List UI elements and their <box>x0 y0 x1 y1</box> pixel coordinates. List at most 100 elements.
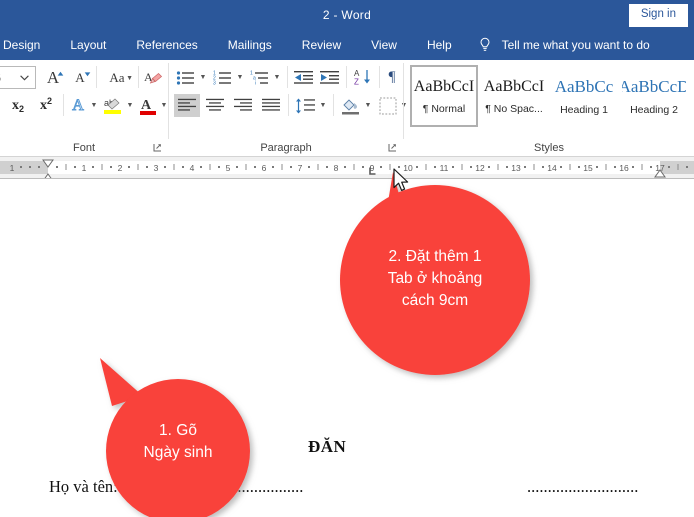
clear-formatting-icon: A <box>144 70 163 84</box>
tab-layout[interactable]: Layout <box>70 38 106 52</box>
ruler-tick <box>569 164 571 170</box>
ruler-tick <box>56 166 58 168</box>
ruler-label-14: 14 <box>547 163 557 173</box>
ribbon-tab-strip: Design Layout References Mailings Review… <box>0 30 694 60</box>
numbering-dropdown[interactable]: ▼ <box>234 66 246 89</box>
ruler-tick <box>110 166 112 168</box>
chevron-down-icon: ▼ <box>273 74 281 81</box>
show-formatting-marks-button[interactable]: ¶ <box>382 66 402 89</box>
right-indent-marker[interactable] <box>654 169 666 178</box>
up-triangle-icon <box>57 71 64 76</box>
tell-me-box[interactable]: Tell me what you want to do <box>478 37 650 53</box>
ruler-tick <box>605 164 607 170</box>
ruler-tick <box>470 166 472 168</box>
paint-bucket-icon <box>341 98 359 114</box>
subscript-button[interactable]: x2 <box>5 94 31 117</box>
divider <box>63 94 64 116</box>
style-preview: AaBbCcI <box>483 77 545 95</box>
style-item-3[interactable]: AaBbCcD Heading 2 <box>620 65 688 127</box>
paragraph-dialog-launcher[interactable] <box>388 143 397 152</box>
justify-button[interactable] <box>258 94 284 117</box>
shrink-font-button[interactable]: A <box>68 66 92 89</box>
svg-text:Z: Z <box>354 78 359 87</box>
ruler-tick <box>38 166 40 168</box>
align-right-button[interactable] <box>230 94 256 117</box>
multilevel-list-button[interactable]: 1 a i <box>248 66 272 89</box>
text-highlight-color-button[interactable]: ab <box>101 94 125 117</box>
font-size-value: 6 <box>0 71 1 85</box>
multilevel-list-dropdown[interactable]: ▼ <box>271 66 283 89</box>
ruler-tick <box>281 164 283 170</box>
first-line-indent-marker[interactable] <box>42 159 54 168</box>
ruler-tick <box>308 166 310 168</box>
tab-references[interactable]: References <box>136 38 197 52</box>
callout-bubble-shape <box>100 358 250 517</box>
line-spacing-button[interactable] <box>292 94 318 117</box>
style-item-1[interactable]: AaBbCcI ¶ No Spac... <box>480 65 548 127</box>
chevron-down-icon: ▼ <box>90 102 98 109</box>
word-window: 2 - Word Sign in Design Layout Reference… <box>0 0 694 517</box>
change-case-button[interactable]: Aa ▼ <box>99 66 135 89</box>
text-effects-button[interactable]: A <box>67 94 89 117</box>
font-color-button[interactable]: A <box>137 94 159 117</box>
ruler-tick <box>101 164 103 170</box>
align-right-icon <box>233 98 252 111</box>
ruler-tick <box>146 166 148 168</box>
ruler-tick <box>578 166 580 168</box>
ruler-tick <box>362 166 364 168</box>
shading-dropdown[interactable]: ▼ <box>362 94 374 117</box>
sort-button[interactable]: A Z <box>350 66 375 89</box>
line-spacing-dropdown[interactable]: ▼ <box>317 94 329 117</box>
ruler-tick <box>434 166 436 168</box>
callout-type-ngay-sinh: 1. Gõ Ngày sinh <box>88 348 268 517</box>
ruler-tick <box>20 166 22 168</box>
shading-button[interactable] <box>337 94 363 117</box>
increase-indent-button[interactable] <box>317 66 342 89</box>
borders-button[interactable] <box>376 94 400 117</box>
highlighter-icon: ab <box>104 98 121 114</box>
ruler-tick <box>290 166 292 168</box>
style-name: Heading 2 <box>630 103 678 116</box>
ruler-tick <box>650 166 652 168</box>
group-label-paragraph: Paragraph <box>260 142 312 154</box>
ruler-tick <box>245 164 247 170</box>
document-line-hoten-dots-tail: ........................... <box>527 477 639 496</box>
numbering-button[interactable]: 1 2 3 <box>211 66 235 89</box>
ruler-tick <box>317 164 319 170</box>
sign-in-button[interactable]: Sign in <box>628 4 688 27</box>
highlight-color-dropdown[interactable]: ▼ <box>124 94 136 117</box>
tab-help[interactable]: Help <box>427 38 452 52</box>
tab-review[interactable]: Review <box>302 38 341 52</box>
align-center-button[interactable] <box>202 94 228 117</box>
superscript-button[interactable]: x2 <box>33 94 59 117</box>
ruler-tick <box>542 166 544 168</box>
increase-indent-icon <box>319 71 339 84</box>
style-name: ¶ No Spac... <box>485 102 543 115</box>
divider <box>138 66 139 88</box>
ruler-tick <box>92 166 94 168</box>
align-left-button[interactable] <box>174 94 200 117</box>
grow-font-button[interactable]: A <box>41 66 65 89</box>
bullets-icon <box>176 70 194 85</box>
ruler-tick <box>173 164 175 170</box>
clear-formatting-button[interactable]: A <box>141 66 166 89</box>
ruler-label-4: 4 <box>189 163 195 173</box>
tab-mailings[interactable]: Mailings <box>228 38 272 52</box>
tab-view[interactable]: View <box>371 38 397 52</box>
bullets-button[interactable] <box>174 66 198 89</box>
bullets-dropdown[interactable]: ▼ <box>197 66 209 89</box>
decrease-indent-button[interactable] <box>291 66 316 89</box>
ruler-tick <box>218 166 220 168</box>
style-item-2[interactable]: AaBbCc Heading 1 <box>550 65 618 127</box>
ruler-tick <box>182 166 184 168</box>
ribbon: 6 A A Aa <box>0 60 694 157</box>
style-item-0[interactable]: AaBbCcI ¶ Normal <box>410 65 478 127</box>
ruler-label-5: 5 <box>225 163 231 173</box>
title-bar: 2 - Word Sign in <box>0 0 694 30</box>
font-dialog-launcher[interactable] <box>153 143 162 152</box>
style-preview: AaBbCc <box>554 76 614 96</box>
text-effects-dropdown[interactable]: ▼ <box>88 94 100 117</box>
ruler-label-1: 1 <box>9 163 15 173</box>
font-size-combo[interactable]: 6 <box>0 66 36 89</box>
tab-design[interactable]: Design <box>3 38 40 52</box>
